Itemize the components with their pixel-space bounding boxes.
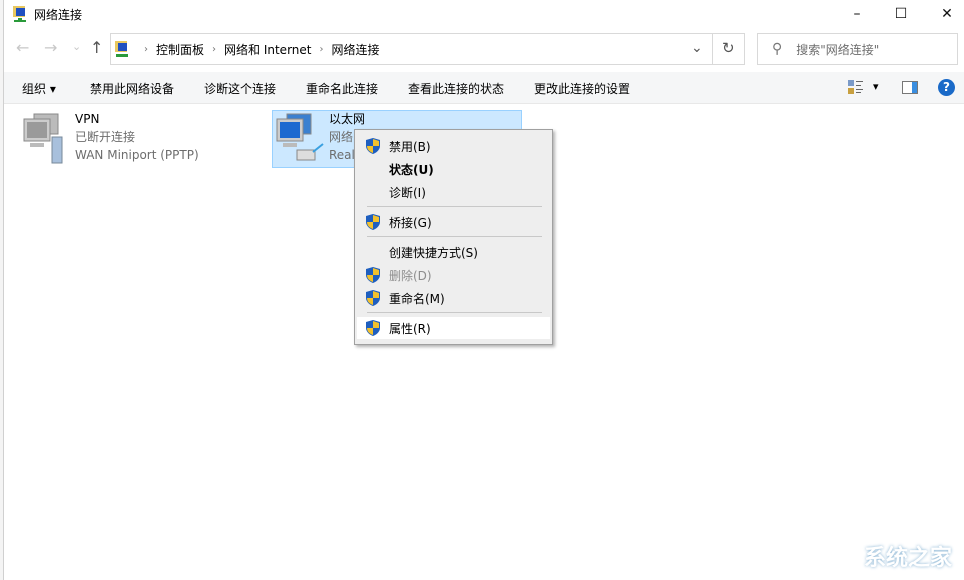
connection-name: 以太网 bbox=[329, 110, 365, 128]
breadcrumb-control-panel[interactable]: 控制面板 bbox=[156, 41, 204, 58]
view-dropdown-button[interactable]: ▾ bbox=[873, 80, 879, 93]
menu-item-label: 创建快捷方式(S) bbox=[389, 244, 478, 261]
watermark: 系统之家 bbox=[864, 540, 952, 572]
connection-device: WAN Miniport (PPTP) bbox=[75, 146, 199, 164]
preview-pane-icon[interactable] bbox=[902, 81, 918, 94]
menu-item-label: 诊断(I) bbox=[389, 184, 426, 201]
recent-locations-button[interactable]: ⌄ bbox=[72, 40, 81, 53]
divider bbox=[712, 34, 713, 64]
uac-shield-icon bbox=[366, 138, 380, 154]
menu-item-bridge[interactable]: 桥接(G) bbox=[357, 211, 550, 233]
search-icon: ⚲ bbox=[772, 41, 782, 57]
menu-item-label: 重命名(M) bbox=[389, 290, 445, 307]
rename-button[interactable]: 重命名此连接 bbox=[306, 80, 378, 97]
connection-name: VPN bbox=[75, 110, 199, 128]
back-button[interactable]: ← bbox=[16, 38, 29, 57]
help-button[interactable]: ? bbox=[938, 79, 955, 96]
network-connections-icon bbox=[12, 5, 28, 23]
menu-item-label: 属性(R) bbox=[389, 320, 431, 337]
menu-item-disable[interactable]: 禁用(B) bbox=[357, 135, 550, 157]
breadcrumb-separator: › bbox=[144, 44, 148, 55]
uac-shield-icon bbox=[366, 320, 380, 336]
menu-item-label: 删除(D) bbox=[389, 267, 432, 284]
menu-item-label: 桥接(G) bbox=[389, 214, 432, 231]
breadcrumb-separator: › bbox=[319, 44, 323, 55]
view-options-icon[interactable] bbox=[848, 80, 864, 94]
close-button[interactable]: ✕ bbox=[924, 0, 964, 28]
breadcrumb-network-connections[interactable]: 网络连接 bbox=[331, 41, 379, 58]
uac-shield-icon bbox=[366, 290, 380, 306]
search-input[interactable]: ⚲ 搜索"网络连接" bbox=[757, 33, 958, 65]
menu-item-delete: 删除(D) bbox=[357, 264, 550, 286]
connection-status: 已断开连接 bbox=[75, 128, 199, 146]
menu-item-rename[interactable]: 重命名(M) bbox=[357, 287, 550, 309]
context-menu: 禁用(B) 状态(U) 诊断(I) 桥接(G) 创建快捷方式(S) 删除(D) 重命名(M)… bbox=[354, 129, 553, 345]
menu-item-label: 禁用(B) bbox=[389, 138, 431, 155]
search-placeholder: 搜索"网络连接" bbox=[796, 41, 879, 58]
menu-separator bbox=[367, 312, 542, 313]
vpn-computer-icon bbox=[22, 112, 72, 164]
address-bar[interactable]: › 控制面板 › 网络和 Internet › 网络连接 ⌄ ↻ bbox=[110, 33, 745, 65]
ethernet-computer-icon bbox=[275, 112, 325, 164]
disable-device-button[interactable]: 禁用此网络设备 bbox=[90, 80, 174, 97]
breadcrumb-network-internet[interactable]: 网络和 Internet bbox=[224, 41, 311, 58]
menu-item-label: 状态(U) bbox=[389, 161, 434, 178]
window-title: 网络连接 bbox=[34, 6, 82, 23]
organize-menu[interactable]: 组织 ▾ bbox=[22, 80, 56, 97]
address-dropdown-button[interactable]: ⌄ bbox=[691, 40, 703, 56]
menu-item-properties[interactable]: 属性(R) bbox=[357, 317, 550, 339]
view-status-button[interactable]: 查看此连接的状态 bbox=[408, 80, 504, 97]
menu-item-create-shortcut[interactable]: 创建快捷方式(S) bbox=[357, 241, 550, 263]
change-settings-button[interactable]: 更改此连接的设置 bbox=[534, 80, 630, 97]
minimize-button[interactable]: – bbox=[834, 0, 880, 28]
diagnose-button[interactable]: 诊断这个连接 bbox=[204, 80, 276, 97]
menu-item-diagnose[interactable]: 诊断(I) bbox=[357, 181, 550, 203]
uac-shield-icon bbox=[366, 214, 380, 230]
ethernet-content[interactable]: 以太网 网络 Real bbox=[275, 112, 365, 164]
forward-button[interactable]: → bbox=[44, 38, 57, 57]
connection-item-vpn[interactable]: VPN 已断开连接 WAN Miniport (PPTP) bbox=[22, 112, 199, 164]
uac-shield-icon bbox=[366, 267, 380, 283]
maximize-button[interactable]: ☐ bbox=[878, 0, 924, 28]
up-button[interactable]: ↑ bbox=[90, 38, 103, 57]
breadcrumb-separator: › bbox=[212, 44, 216, 55]
menu-item-status[interactable]: 状态(U) bbox=[357, 158, 550, 180]
control-panel-icon bbox=[114, 40, 130, 58]
menu-separator bbox=[367, 206, 542, 207]
refresh-button[interactable]: ↻ bbox=[722, 39, 735, 57]
menu-separator bbox=[367, 236, 542, 237]
